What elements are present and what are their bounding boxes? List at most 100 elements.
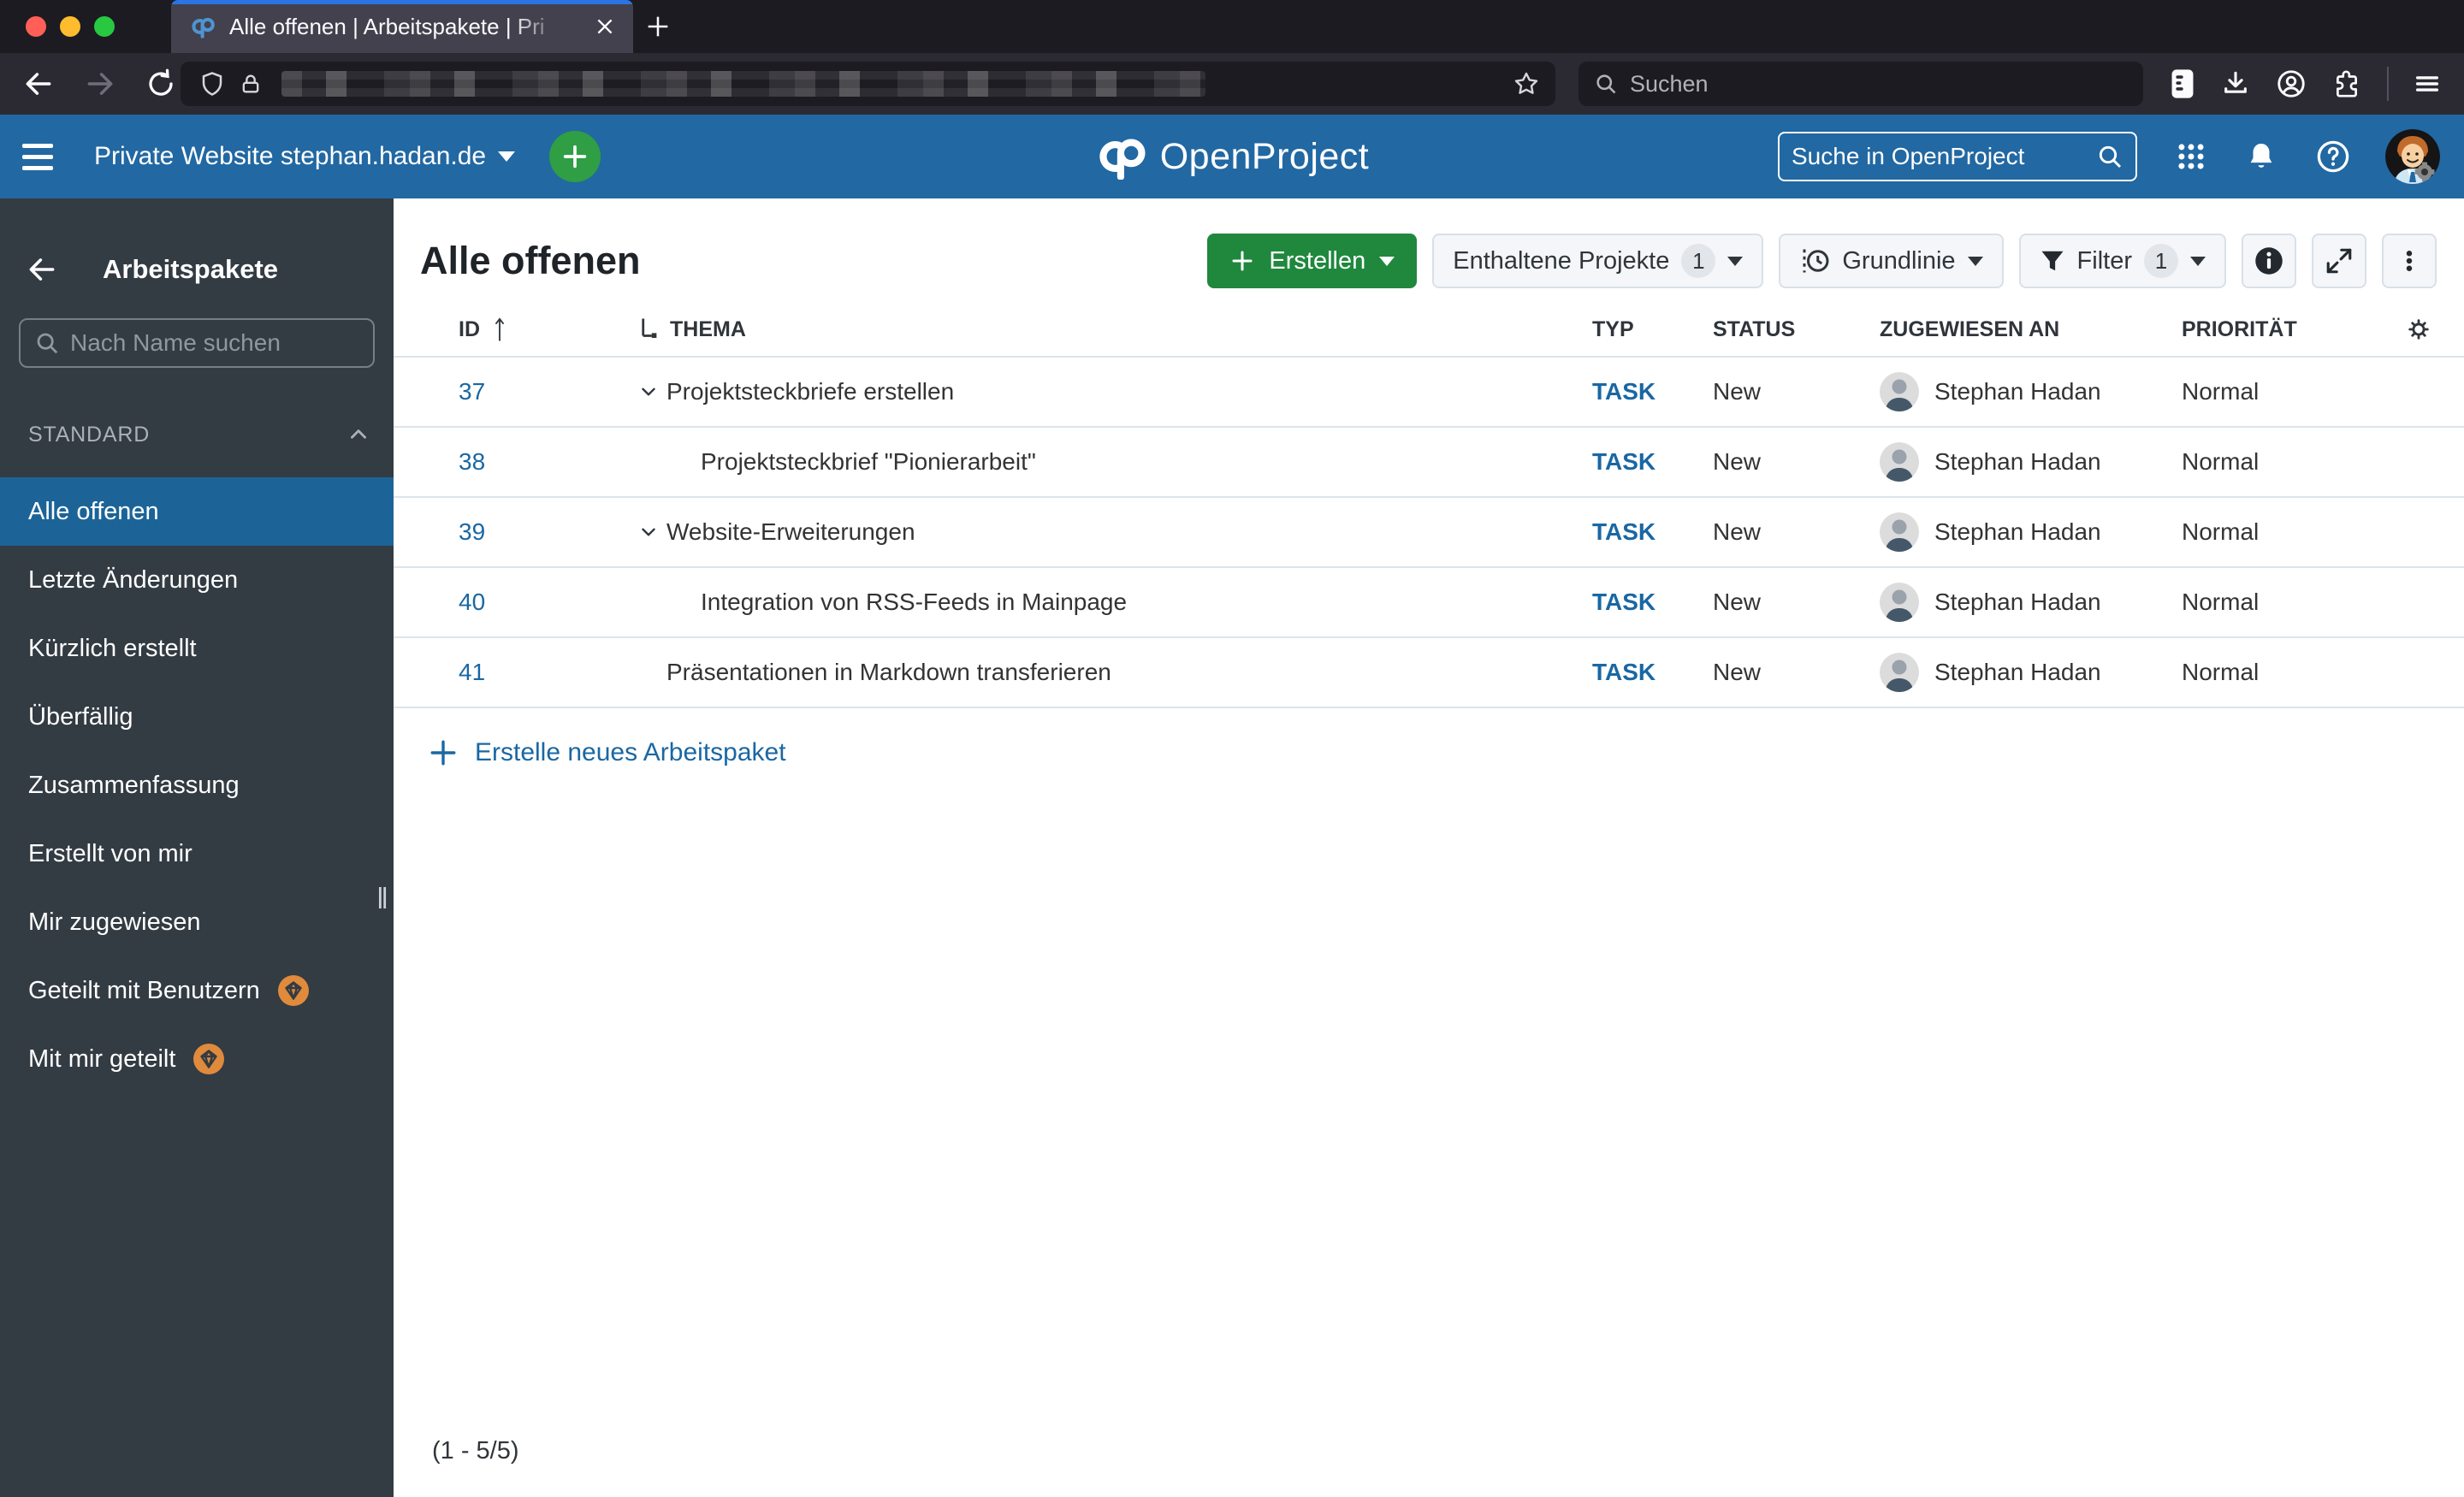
- project-select[interactable]: Private Website stephan.hadan.de: [94, 142, 516, 171]
- create-work-package-link[interactable]: Erstelle neues Arbeitspaket: [429, 725, 2464, 780]
- work-package-id-link[interactable]: 38: [459, 448, 485, 475]
- url-bar[interactable]: [181, 62, 1555, 106]
- work-package-id-link[interactable]: 37: [459, 378, 485, 405]
- sidebar-item-ueberfaellig[interactable]: Überfällig: [0, 683, 394, 751]
- new-tab-button[interactable]: [643, 12, 672, 41]
- page-toolbar: Alle offenen Erstellen Enthaltene Projek…: [394, 198, 2464, 289]
- work-package-status: New: [1713, 518, 1762, 545]
- table-row[interactable]: 38 Projektsteckbrief "Pionierarbeit" TAS…: [394, 428, 2464, 498]
- window-zoom-button[interactable]: [94, 16, 115, 37]
- sidebar-item-erstellt-von-mir[interactable]: Erstellt von mir: [0, 820, 394, 888]
- work-package-priority: Normal: [2182, 518, 2260, 545]
- work-package-type: TASK: [1592, 589, 1656, 615]
- window-close-button[interactable]: [26, 16, 46, 37]
- forward-icon[interactable]: [84, 68, 116, 100]
- work-package-id-link[interactable]: 40: [459, 589, 485, 615]
- global-search-field[interactable]: [1778, 132, 2137, 181]
- sidebar-item-letzte-aenderungen[interactable]: Letzte Änderungen: [0, 546, 394, 614]
- sidebar-resize-handle[interactable]: ‖: [376, 883, 388, 916]
- work-package-priority: Normal: [2182, 589, 2260, 615]
- fullscreen-button[interactable]: [2312, 234, 2366, 288]
- browser-search-field[interactable]: [1578, 62, 2143, 106]
- baseline-label: Grundlinie: [1842, 246, 1956, 275]
- sidebar-item-mir-zugewiesen[interactable]: Mir zugewiesen: [0, 888, 394, 956]
- back-icon[interactable]: [22, 68, 55, 100]
- bookmark-star-icon[interactable]: [1513, 70, 1540, 98]
- openproject-header: Private Website stephan.hadan.de OpenPro…: [0, 115, 2464, 198]
- page-title: Alle offenen: [420, 239, 641, 282]
- modules-grid-icon[interactable]: [2175, 140, 2207, 173]
- work-package-status: New: [1713, 448, 1762, 475]
- header-right-icons: [1778, 115, 2464, 198]
- tab-favicon-openproject-icon: [190, 14, 216, 39]
- user-avatar[interactable]: [2385, 129, 2440, 184]
- sidebar-item-geteilt-mit-benutzern[interactable]: Geteilt mit Benutzern: [0, 956, 394, 1025]
- sidebar-item-kuerzlich-erstellt[interactable]: Kürzlich erstellt: [0, 614, 394, 683]
- column-header-typ[interactable]: TYP: [1592, 317, 1713, 342]
- openproject-logo[interactable]: OpenProject: [1095, 133, 1370, 180]
- work-package-priority: Normal: [2182, 659, 2260, 685]
- sidebar-section-label: STANDARD: [28, 422, 151, 447]
- included-projects-count: 1: [1681, 244, 1716, 278]
- included-projects-button[interactable]: Enthaltene Projekte 1: [1432, 234, 1764, 288]
- work-package-priority: Normal: [2182, 448, 2260, 475]
- sidebar: Arbeitspakete STANDARD Alle offenen Letz…: [0, 198, 394, 1497]
- column-header-id[interactable]: ID: [459, 317, 637, 342]
- quick-add-button[interactable]: [549, 131, 601, 182]
- more-options-kebab-icon[interactable]: [2382, 234, 2437, 288]
- assignee-avatar: [1880, 653, 1919, 692]
- sidebar-search-field[interactable]: [19, 318, 375, 368]
- chevron-up-icon: [347, 423, 370, 446]
- assignee-avatar: [1880, 372, 1919, 411]
- account-icon[interactable]: [2276, 68, 2307, 99]
- notifications-bell-icon[interactable]: [2245, 140, 2277, 173]
- table-row[interactable]: 37 Projektsteckbriefe erstellen TASK New…: [394, 358, 2464, 428]
- filter-count: 1: [2144, 244, 2178, 278]
- plus-icon: [1229, 248, 1255, 274]
- chevron-down-icon: [1727, 256, 1744, 266]
- table-row[interactable]: 40 Integration von RSS-Feeds in Mainpage…: [394, 568, 2464, 638]
- app-menu-icon[interactable]: [2413, 69, 2442, 98]
- shield-icon[interactable]: [199, 70, 225, 98]
- window-minimize-button[interactable]: [60, 16, 80, 37]
- filter-button[interactable]: Filter 1: [2018, 234, 2226, 288]
- sidebars-icon[interactable]: [2170, 68, 2195, 99]
- tab-close-icon[interactable]: [594, 15, 616, 38]
- table-header-row: ID THEMA TYP STATUS ZUGEWIESEN AN PRIORI…: [394, 303, 2464, 358]
- work-package-status: New: [1713, 378, 1762, 405]
- create-button[interactable]: Erstellen: [1207, 234, 1418, 288]
- work-package-id-link[interactable]: 41: [459, 659, 485, 685]
- collapse-chevron-icon[interactable]: [637, 521, 660, 543]
- column-header-status[interactable]: STATUS: [1713, 317, 1880, 342]
- toolbar-separator: [2387, 67, 2389, 101]
- extensions-icon[interactable]: [2332, 69, 2361, 98]
- filter-label: Filter: [2076, 246, 2132, 275]
- lock-icon[interactable]: [239, 71, 263, 97]
- column-header-thema[interactable]: THEMA: [637, 317, 1592, 342]
- sidebar-item-alle-offenen[interactable]: Alle offenen: [0, 477, 394, 546]
- work-package-id-link[interactable]: 39: [459, 518, 485, 545]
- browser-tab[interactable]: Alle offenen | Arbeitspakete | Pri: [171, 0, 633, 53]
- downloads-icon[interactable]: [2221, 69, 2250, 98]
- column-header-zugewiesen[interactable]: ZUGEWIESEN AN: [1880, 317, 2182, 342]
- table-settings-gear-icon[interactable]: [2408, 318, 2464, 340]
- baseline-button[interactable]: Grundlinie: [1779, 234, 2004, 288]
- table-row[interactable]: 41 Präsentationen in Markdown transferie…: [394, 638, 2464, 708]
- assignee-name: Stephan Hadan: [1934, 589, 2101, 615]
- sidebar-item-zusammenfassung[interactable]: Zusammenfassung: [0, 751, 394, 820]
- collapse-chevron-icon[interactable]: [637, 381, 660, 403]
- global-search-input[interactable]: [1792, 143, 2065, 170]
- column-header-prioritaet[interactable]: PRIORITÄT: [2182, 317, 2408, 342]
- sidebar-section-standard[interactable]: STANDARD: [28, 417, 370, 452]
- sidebar-search-input[interactable]: [70, 329, 327, 357]
- main-menu-toggle-icon[interactable]: [22, 143, 53, 170]
- help-icon[interactable]: [2315, 139, 2351, 175]
- back-arrow-icon[interactable]: [26, 253, 58, 286]
- sidebar-item-mit-mir-geteilt[interactable]: Mit mir geteilt: [0, 1025, 394, 1093]
- browser-search-input[interactable]: [1630, 70, 2075, 98]
- info-button[interactable]: [2242, 234, 2296, 288]
- table-row[interactable]: 39 Website-Erweiterungen TASK New Stepha…: [394, 498, 2464, 568]
- openproject-logo-text: OpenProject: [1159, 135, 1370, 177]
- enterprise-gem-icon: [277, 974, 310, 1007]
- reload-icon[interactable]: [145, 68, 176, 99]
